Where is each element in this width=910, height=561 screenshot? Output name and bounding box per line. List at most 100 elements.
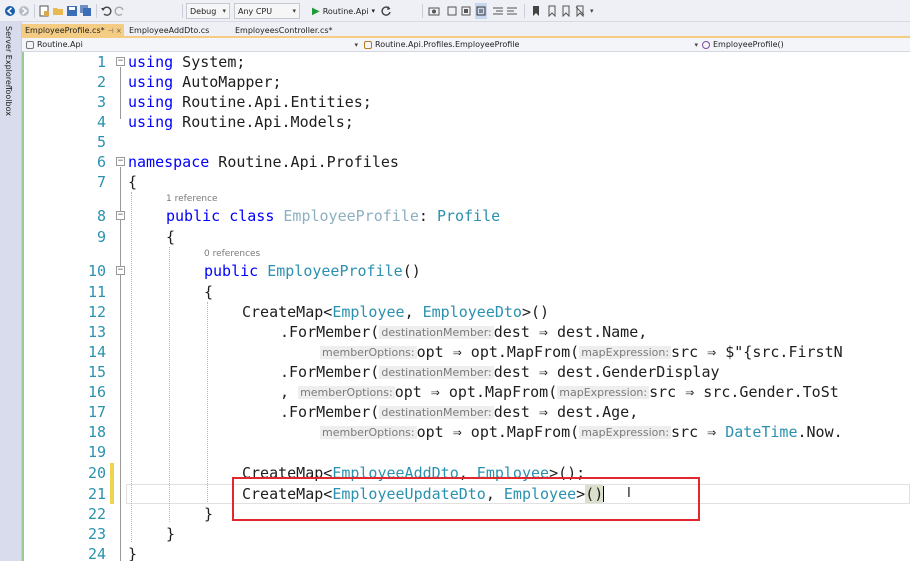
collapse-toggle[interactable]: −: [116, 211, 125, 220]
code-line: using AutoMapper;: [128, 73, 282, 91]
class-dropdown[interactable]: Routine.Api.Profiles.EmployeeProfile ▾: [364, 39, 698, 51]
code-line: memberOptions: opt ⇒ opt.MapFrom(mapExpre…: [320, 423, 843, 441]
outdent-icon[interactable]: [506, 3, 518, 19]
class-icon: [364, 41, 372, 49]
new-project-icon[interactable]: [38, 3, 50, 19]
code-editor[interactable]: 1 2 3 4 5 6 7 8 9 10 11 12 13 14 15 16 1…: [22, 52, 910, 561]
parameter-hint: mapExpression:: [579, 346, 672, 359]
line-number: 5: [96, 133, 106, 151]
line-number: 17: [87, 403, 106, 421]
parameter-hint: destinationMember:: [379, 406, 494, 419]
code-line: .ForMember(destinationMember: dest ⇒ dest…: [280, 323, 648, 341]
line-number: 15: [87, 363, 106, 381]
code-line: , memberOptions: opt ⇒ opt.MapFrom(mapExp…: [280, 383, 839, 401]
save-all-icon[interactable]: [80, 3, 92, 19]
server-explorer-tab[interactable]: Server Explorer: [4, 26, 13, 88]
main-toolbar: Debug ▾ Any CPU ▾ ▶ Routine.Api ▾ ▾: [0, 0, 910, 22]
line-number: 7: [96, 173, 106, 191]
toolbox-tab[interactable]: Toolbox: [4, 86, 13, 116]
code-line: {: [204, 283, 214, 301]
code-line: .ForMember(destinationMember: dest ⇒ dest…: [280, 363, 720, 381]
toolbar-overflow-icon[interactable]: ▾: [590, 3, 594, 19]
change-margin: [22, 52, 24, 561]
parameter-hint: memberOptions:: [320, 426, 417, 439]
code-line: namespace Routine.Api.Profiles: [128, 153, 399, 171]
code-line: {: [166, 228, 176, 246]
toolbar-icon-2[interactable]: [460, 3, 472, 19]
indent-icon[interactable]: [492, 3, 504, 19]
forward-icon[interactable]: [18, 3, 30, 19]
line-number: 9: [96, 228, 106, 246]
line-number: 1: [96, 53, 106, 71]
line-number: 4: [96, 113, 106, 131]
line-number: 2: [96, 73, 106, 91]
bookmark-icon[interactable]: [530, 3, 542, 19]
line-number: 23: [87, 525, 106, 543]
next-bookmark-icon[interactable]: [560, 3, 572, 19]
csharp-project-icon: [26, 41, 34, 49]
code-line: }: [166, 525, 176, 543]
unsaved-change-marker: [110, 463, 114, 504]
parameter-hint: destinationMember:: [379, 326, 494, 339]
refresh-icon[interactable]: [380, 3, 392, 19]
code-line: }: [204, 505, 214, 523]
code-line: public EmployeeProfile(): [204, 262, 421, 280]
document-tabs: EmployeeProfile.cs* ⊣ × EmployeeAddDto.cs…: [22, 22, 910, 37]
code-line: memberOptions: opt ⇒ opt.MapFrom(mapExpre…: [320, 343, 843, 361]
line-number: 22: [87, 505, 106, 523]
parameter-hint: mapExpression:: [579, 426, 672, 439]
toolbar-toggle-icon[interactable]: [475, 3, 487, 19]
back-icon[interactable]: [4, 3, 16, 19]
parameter-hint: memberOptions:: [320, 346, 417, 359]
prev-bookmark-icon[interactable]: [546, 3, 558, 19]
line-number: 19: [87, 443, 106, 461]
indent-guide: [169, 247, 170, 522]
code-line: using Routine.Api.Models;: [128, 113, 354, 131]
code-line: using Routine.Api.Entities;: [128, 93, 372, 111]
member-dropdown[interactable]: EmployeeProfile(): [702, 39, 906, 51]
line-number: 8: [96, 207, 106, 225]
parameter-hint: memberOptions:: [298, 386, 395, 399]
line-number: 12: [87, 303, 106, 321]
undo-icon[interactable]: [100, 3, 112, 19]
camera-icon[interactable]: [428, 3, 440, 19]
parameter-hint: mapExpression:: [557, 386, 650, 399]
code-line: }: [128, 545, 138, 561]
collapse-toggle[interactable]: −: [116, 157, 125, 166]
start-debugging-button[interactable]: ▶ Routine.Api ▾: [312, 3, 375, 19]
line-number: 24: [87, 545, 106, 561]
line-number: 6: [96, 153, 106, 171]
indent-guide: [207, 302, 208, 502]
indent-guide: [131, 192, 132, 542]
line-number: 11: [87, 283, 106, 301]
line-number: 3: [96, 93, 106, 111]
redo-icon[interactable]: [114, 3, 126, 19]
project-dropdown[interactable]: Routine.Api ▾: [26, 39, 358, 51]
line-number: 21: [87, 485, 106, 503]
collapse-toggle[interactable]: −: [116, 57, 125, 66]
codelens-references[interactable]: 1 reference: [166, 194, 218, 204]
line-number: 13: [87, 323, 106, 341]
pin-close-icon[interactable]: ⊣ ×: [108, 27, 122, 35]
line-number: 18: [87, 423, 106, 441]
line-number: 10: [87, 262, 106, 280]
line-number: 14: [87, 343, 106, 361]
save-icon[interactable]: [66, 3, 78, 19]
code-line: using System;: [128, 53, 246, 71]
method-icon: [702, 41, 710, 49]
solution-config-dropdown[interactable]: Debug ▾: [186, 3, 230, 19]
parameter-hint: destinationMember:: [379, 366, 494, 379]
navigation-bar: Routine.Api ▾ Routine.Api.Profiles.Employ…: [22, 38, 910, 52]
toolbar-icon[interactable]: [446, 3, 458, 19]
code-line: .ForMember(destinationMember: dest ⇒ dest…: [280, 403, 639, 421]
clear-bookmarks-icon[interactable]: [574, 3, 586, 19]
line-number: 20: [87, 464, 106, 482]
solution-platform-dropdown[interactable]: Any CPU ▾: [234, 3, 300, 19]
code-line: CreateMap<Employee, EmployeeDto>(): [242, 303, 550, 321]
codelens-references[interactable]: 0 references: [204, 249, 260, 259]
collapse-toggle[interactable]: −: [116, 266, 125, 275]
open-folder-icon[interactable]: [52, 3, 64, 19]
highlight-annotation-box: [232, 477, 700, 521]
code-line: public class EmployeeProfile: Profile: [166, 207, 501, 225]
line-number: 16: [87, 383, 106, 401]
